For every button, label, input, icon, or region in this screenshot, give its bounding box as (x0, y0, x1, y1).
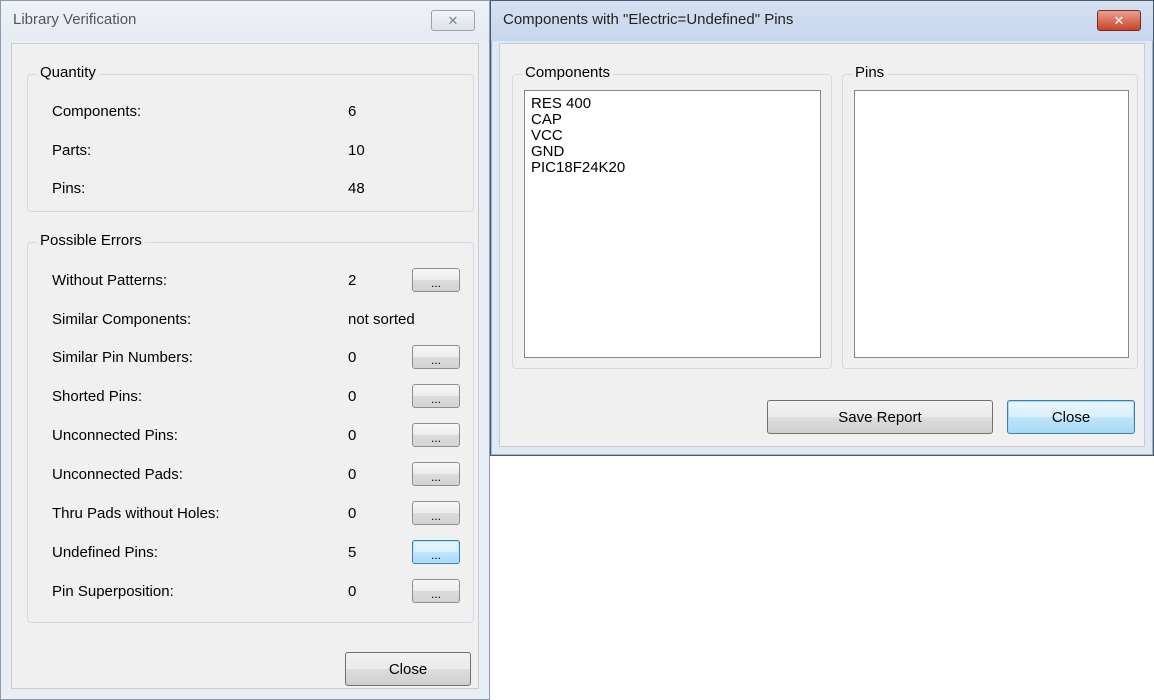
quantity-group: Quantity Components: 6 Parts: 10 Pins: 4… (27, 64, 474, 212)
unconnected-pads-label: Unconnected Pads: (52, 466, 183, 483)
pin-superposition-value: 0 (348, 583, 357, 600)
pins-group: Pins (842, 64, 1138, 369)
list-item[interactable]: RES 400 (525, 91, 820, 112)
possible-errors-legend: Possible Errors (37, 232, 145, 249)
quantity-legend: Quantity (37, 64, 99, 81)
thru-pads-without-holes-label: Thru Pads without Holes: (52, 505, 220, 522)
undefined-pins-value: 5 (348, 544, 357, 561)
library-close-button[interactable]: Close (345, 652, 471, 686)
components-listbox[interactable]: RES 400 CAP VCC GND PIC18F24K20 (524, 90, 821, 358)
close-icon: ✕ (1113, 12, 1125, 28)
undefined-pins-window: Components with "Electric=Undefined" Pin… (490, 0, 1154, 456)
undefined-pins-label: Undefined Pins: (52, 544, 158, 561)
pins-count-value: 48 (348, 180, 365, 197)
pin-superposition-label: Pin Superposition: (52, 583, 174, 600)
thru-pads-without-holes-value: 0 (348, 505, 357, 522)
list-item[interactable]: VCC (525, 128, 820, 144)
library-verification-window: Library Verification ✕ Quantity Componen… (0, 0, 490, 700)
shorted-pins-details-button[interactable]: ... (412, 384, 460, 408)
unconnected-pins-value: 0 (348, 427, 357, 444)
library-verification-client: Quantity Components: 6 Parts: 10 Pins: 4… (11, 43, 479, 689)
pin-superposition-details-button[interactable]: ... (412, 579, 460, 603)
library-verification-titlebar[interactable]: Library Verification ✕ (1, 1, 489, 41)
undefined-pins-titlebar[interactable]: Components with "Electric=Undefined" Pin… (491, 1, 1153, 41)
unconnected-pins-details-button[interactable]: ... (412, 423, 460, 447)
shorted-pins-value: 0 (348, 388, 357, 405)
similar-pin-numbers-details-button[interactable]: ... (412, 345, 460, 369)
pins-close-button[interactable]: Close (1007, 400, 1135, 434)
undefined-pins-client: Components RES 400 CAP VCC GND PIC18F24K… (499, 43, 1145, 447)
close-icon: ✕ (447, 12, 459, 28)
list-item[interactable]: GND (525, 144, 820, 160)
window-title: Components with "Electric=Undefined" Pin… (503, 11, 794, 28)
components-group: Components RES 400 CAP VCC GND PIC18F24K… (512, 64, 832, 369)
window-close-button[interactable]: ✕ (1097, 10, 1141, 31)
pins-legend: Pins (852, 64, 888, 81)
window-title: Library Verification (13, 11, 137, 28)
shorted-pins-label: Shorted Pins: (52, 388, 143, 405)
pins-count-label: Pins: (52, 180, 86, 197)
similar-components-value: not sorted (348, 311, 415, 328)
list-item[interactable]: PIC18F24K20 (525, 160, 820, 176)
undefined-pins-details-button[interactable]: ... (412, 540, 460, 564)
without-patterns-label: Without Patterns: (52, 272, 168, 289)
components-count-value: 6 (348, 103, 357, 120)
parts-count-value: 10 (348, 142, 365, 159)
without-patterns-value: 2 (348, 272, 357, 289)
components-legend: Components (522, 64, 614, 81)
unconnected-pads-value: 0 (348, 466, 357, 483)
window-close-button[interactable]: ✕ (431, 10, 475, 31)
similar-components-label: Similar Components: (52, 311, 192, 328)
parts-count-label: Parts: (52, 142, 92, 159)
components-count-label: Components: (52, 103, 142, 120)
pins-listbox[interactable] (854, 90, 1129, 358)
thru-pads-without-holes-details-button[interactable]: ... (412, 501, 460, 525)
list-item[interactable]: CAP (525, 112, 820, 128)
possible-errors-group: Possible Errors Without Patterns: 2 ... … (27, 232, 474, 623)
unconnected-pins-label: Unconnected Pins: (52, 427, 178, 444)
similar-pin-numbers-value: 0 (348, 349, 357, 366)
unconnected-pads-details-button[interactable]: ... (412, 462, 460, 486)
save-report-button[interactable]: Save Report (767, 400, 993, 434)
without-patterns-details-button[interactable]: ... (412, 268, 460, 292)
similar-pin-numbers-label: Similar Pin Numbers: (52, 349, 193, 366)
